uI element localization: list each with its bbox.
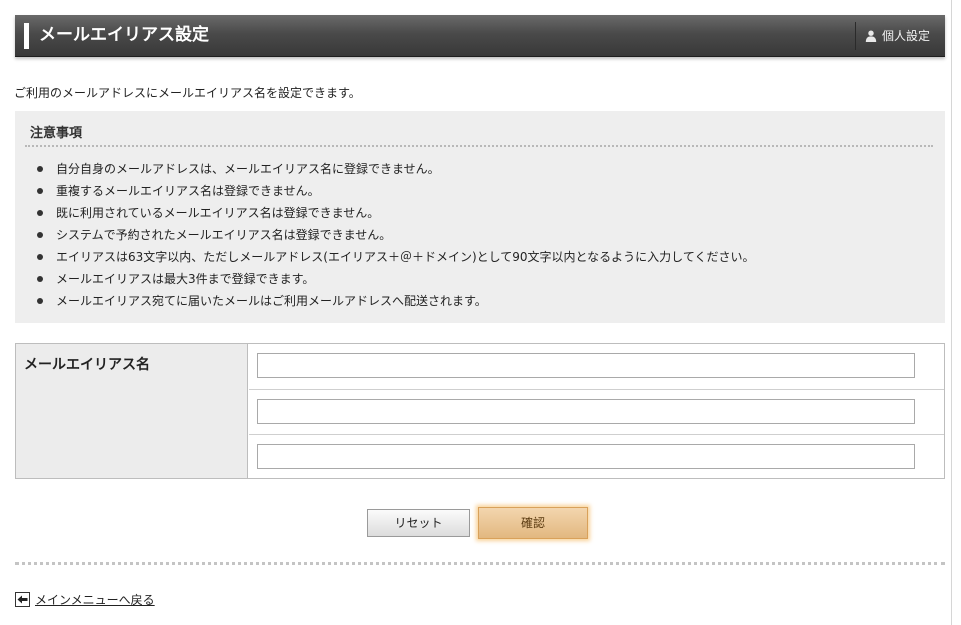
back-to-main-menu-link[interactable]: メインメニューへ戻る bbox=[15, 591, 155, 608]
notes-list: 自分自身のメールアドレスは、メールエイリアス名に登録できません。 重複するメール… bbox=[37, 161, 754, 315]
bullet-icon bbox=[37, 188, 43, 194]
notes-title: 注意事項 bbox=[30, 126, 83, 141]
bullet-icon bbox=[37, 166, 43, 172]
note-text: 既に利用されているメールエイリアス名は登録できません。 bbox=[56, 206, 380, 220]
list-item: システムで予約されたメールエイリアス名は登録できません。 bbox=[37, 227, 754, 249]
page: メールエイリアス設定 個人設定 ご利用のメールアドレスにメールエイリアス名を設定… bbox=[0, 0, 961, 625]
right-divider bbox=[951, 0, 952, 625]
note-text: システムで予約されたメールエイリアス名は登録できません。 bbox=[56, 228, 392, 242]
notes-divider bbox=[25, 145, 933, 147]
page-header: メールエイリアス設定 個人設定 bbox=[15, 15, 945, 57]
back-link-label: メインメニューへ戻る bbox=[35, 593, 155, 607]
personal-settings-label: 個人設定 bbox=[882, 29, 931, 43]
bullet-icon bbox=[37, 298, 43, 304]
alias-form: メールエイリアス名 bbox=[15, 343, 945, 479]
list-item: メールエイリアスは最大3件まで登録できます。 bbox=[37, 271, 754, 293]
reset-button[interactable]: リセット bbox=[367, 509, 470, 537]
list-item: 既に利用されているメールエイリアス名は登録できません。 bbox=[37, 205, 754, 227]
bullet-icon bbox=[37, 210, 43, 216]
bullet-icon bbox=[37, 254, 43, 260]
note-text: メールエイリアスは最大3件まで登録できます。 bbox=[56, 272, 315, 286]
header-accent-bar bbox=[24, 23, 29, 49]
bullet-icon bbox=[37, 232, 43, 238]
list-item: エイリアスは63文字以内、ただしメールアドレス(エイリアス＋＠＋ドメイン)として… bbox=[37, 249, 754, 271]
person-icon bbox=[865, 30, 877, 42]
notes-box: 注意事項 自分自身のメールアドレスは、メールエイリアス名に登録できません。 重複… bbox=[15, 111, 945, 323]
bullet-icon bbox=[37, 276, 43, 282]
alias-input-2[interactable] bbox=[257, 399, 915, 424]
confirm-button[interactable]: 確認 bbox=[478, 507, 588, 539]
note-text: 自分自身のメールアドレスは、メールエイリアス名に登録できません。 bbox=[56, 162, 440, 176]
alias-row-2 bbox=[249, 389, 944, 434]
header-separator bbox=[855, 22, 856, 50]
note-text: 重複するメールエイリアス名は登録できません。 bbox=[56, 184, 320, 198]
alias-input-1[interactable] bbox=[257, 353, 915, 378]
note-text: メールエイリアス宛てに届いたメールはご利用メールアドレスへ配送されます。 bbox=[56, 294, 487, 308]
alias-label-cell: メールエイリアス名 bbox=[16, 344, 248, 478]
list-item: メールエイリアス宛てに届いたメールはご利用メールアドレスへ配送されます。 bbox=[37, 293, 754, 315]
intro-text: ご利用のメールアドレスにメールエイリアス名を設定できます。 bbox=[14, 86, 361, 100]
note-text: エイリアスは63文字以内、ただしメールアドレス(エイリアス＋＠＋ドメイン)として… bbox=[56, 250, 755, 264]
alias-row-3 bbox=[249, 434, 944, 479]
personal-settings-link[interactable]: 個人設定 bbox=[865, 15, 930, 57]
list-item: 重複するメールエイリアス名は登録できません。 bbox=[37, 183, 754, 205]
list-item: 自分自身のメールアドレスは、メールエイリアス名に登録できません。 bbox=[37, 161, 754, 183]
page-title: メールエイリアス設定 bbox=[39, 25, 209, 44]
alias-row-1 bbox=[249, 344, 944, 389]
bottom-divider bbox=[15, 562, 945, 565]
arrow-left-icon bbox=[15, 592, 30, 607]
alias-label: メールエイリアス名 bbox=[24, 356, 150, 372]
alias-input-3[interactable] bbox=[257, 444, 915, 469]
